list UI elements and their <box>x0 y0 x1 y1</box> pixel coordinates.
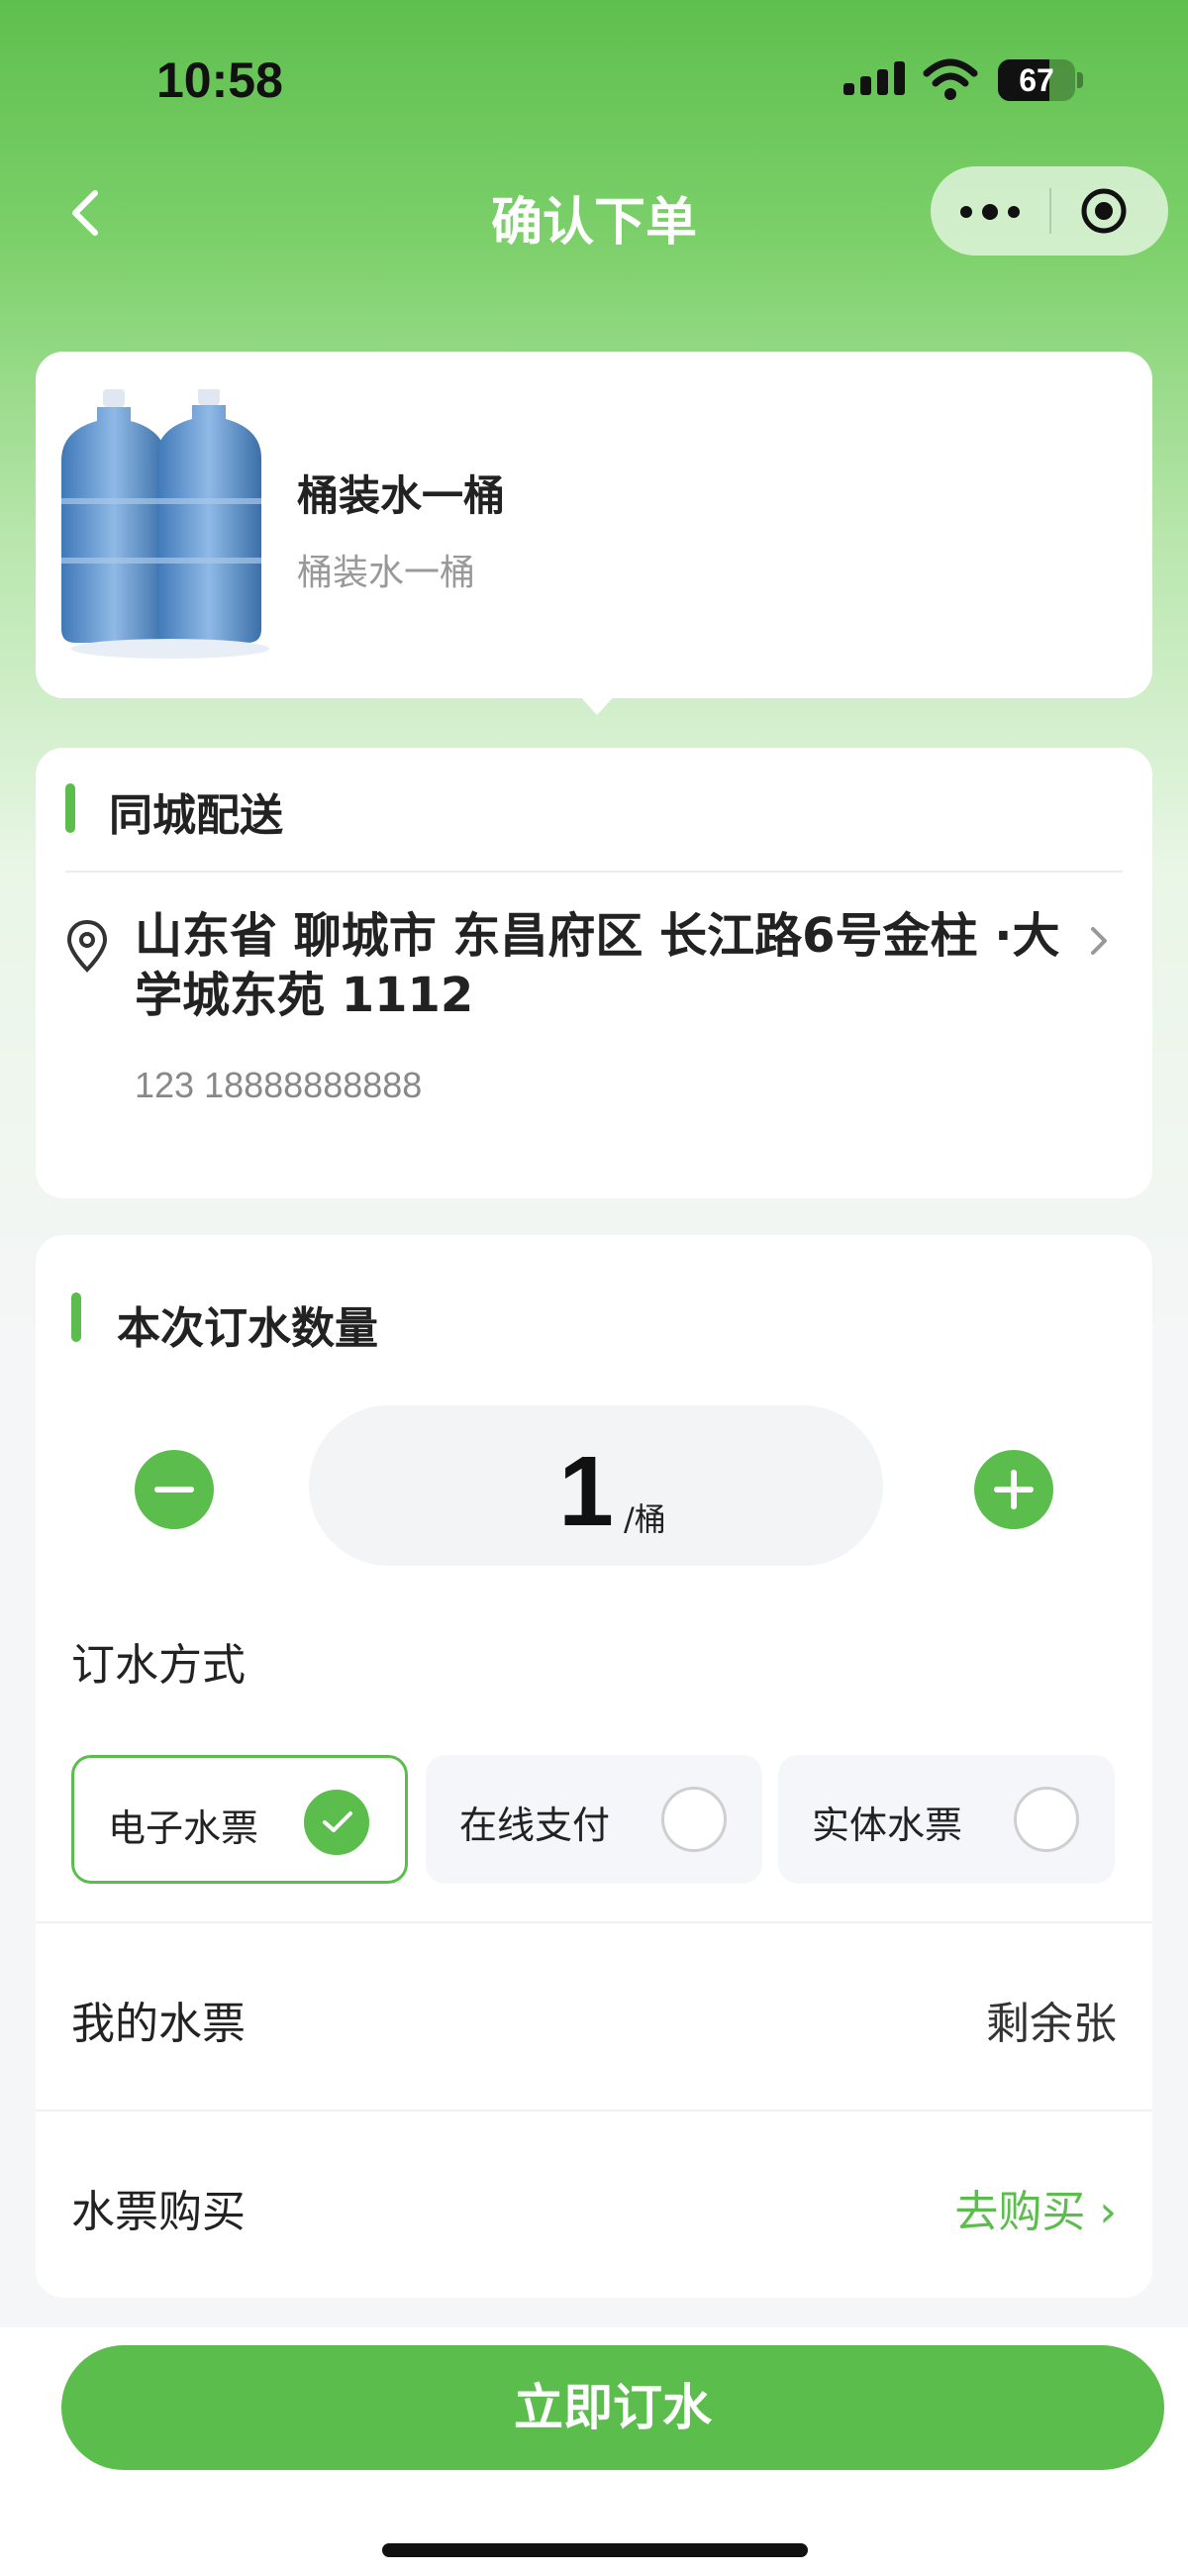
delivery-card[interactable]: 同城配送 山东省 聊城市 东昌府区 长江路6号金柱 ·大学城东苑 1112 12… <box>36 748 1152 1198</box>
card-pointer <box>577 693 617 715</box>
chevron-right-icon[interactable] <box>1085 921 1113 961</box>
option-e-ticket[interactable]: 电子水票 <box>71 1755 408 1884</box>
cellular-signal-icon <box>843 61 905 95</box>
option-paper-ticket[interactable]: 实体水票 <box>778 1755 1115 1884</box>
quantity-unit: /桶 <box>624 1500 666 1538</box>
radio-checked[interactable] <box>304 1790 369 1855</box>
quantity-title: 本次订水数量 <box>117 1303 378 1354</box>
my-tickets-label: 我的水票 <box>71 1999 246 2049</box>
ticket-purchase-label: 水票购买 <box>71 2187 246 2237</box>
divider <box>36 1921 1152 1923</box>
order-method-label: 订水方式 <box>71 1640 246 1691</box>
mini-program-capsule <box>931 166 1168 256</box>
option-online-pay[interactable]: 在线支付 <box>426 1755 762 1884</box>
status-bar: 10:58 67 <box>0 0 1188 158</box>
battery-level: 67 <box>1019 62 1054 98</box>
order-now-button[interactable]: 立即订水 <box>61 2345 1164 2470</box>
go-buy-link[interactable]: 去购买 › <box>954 2176 1117 2239</box>
contact-text: 123 18888888888 <box>135 1065 423 1105</box>
location-pin-icon <box>66 919 108 973</box>
decrease-button[interactable] <box>135 1450 214 1529</box>
product-name: 桶装水一桶 <box>297 471 506 520</box>
delivery-title: 同城配送 <box>109 790 283 841</box>
status-time: 10:58 <box>156 52 283 108</box>
quantity-display: 1 /桶 <box>309 1405 883 1566</box>
quantity-value: 1 <box>558 1436 614 1547</box>
more-dots-icon[interactable] <box>960 186 1026 236</box>
home-indicator <box>382 2543 808 2557</box>
address-text: 山东省 聊城市 东昌府区 长江路6号金柱 ·大学城东苑 1112 <box>135 908 1060 1023</box>
radio-unchecked[interactable] <box>1014 1787 1079 1852</box>
increase-button[interactable] <box>974 1450 1053 1529</box>
product-card: 桶装水一桶 桶装水一桶 <box>36 352 1152 698</box>
option-label: 电子水票 <box>108 1806 259 1850</box>
my-tickets-value: 剩余张 <box>986 1999 1117 2049</box>
order-card: 本次订水数量 1 /桶 订水方式 电子水票 在线支付 实体水票 我的水票 剩余张… <box>36 1235 1152 2298</box>
option-label: 实体水票 <box>812 1803 963 1847</box>
section-marker <box>65 783 75 833</box>
divider <box>65 871 1123 873</box>
radio-unchecked[interactable] <box>661 1787 727 1852</box>
nav-bar: 确认下单 <box>0 158 1188 267</box>
option-label: 在线支付 <box>459 1803 611 1847</box>
wifi-icon <box>923 58 978 100</box>
battery-icon: 67 <box>998 59 1083 101</box>
bottom-bar: 立即订水 <box>0 2327 1188 2576</box>
product-desc: 桶装水一桶 <box>297 553 476 593</box>
check-icon <box>323 1811 352 1832</box>
divider <box>36 2110 1152 2112</box>
water-bucket-image <box>61 389 269 659</box>
section-marker <box>71 1292 81 1342</box>
target-icon[interactable] <box>1079 186 1129 236</box>
